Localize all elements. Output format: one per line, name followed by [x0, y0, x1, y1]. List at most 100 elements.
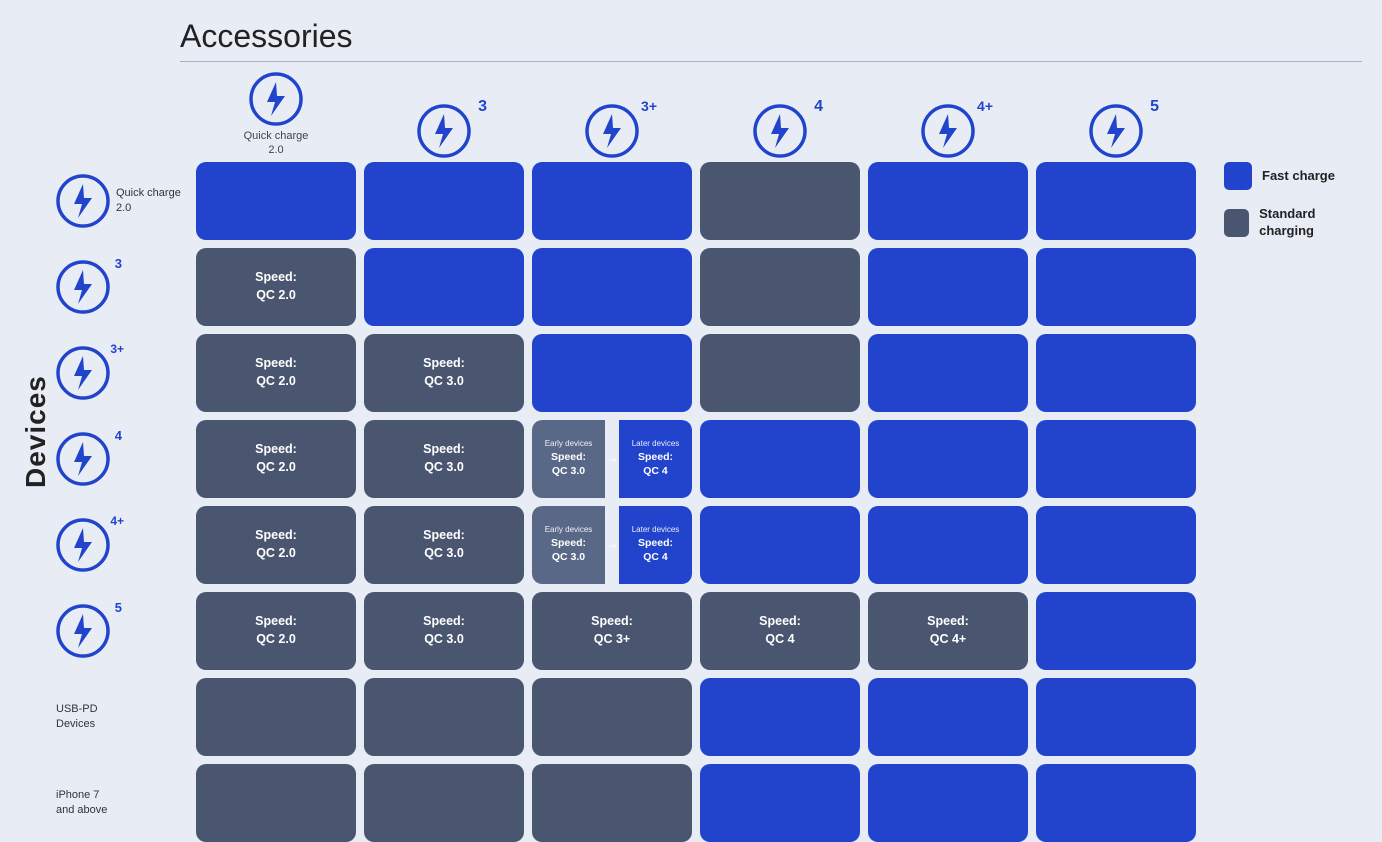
- cell-r7c5: [1036, 764, 1196, 842]
- cell-r6c1: [364, 678, 524, 756]
- cell-r1c2: [532, 248, 692, 326]
- cell-r7c4: [868, 764, 1028, 842]
- legend-fast-label: Fast charge: [1262, 168, 1335, 185]
- cell-r4c2-arrow: →: [606, 536, 618, 553]
- row-qc2-icon: [56, 174, 110, 228]
- cell-r1c0: Speed:QC 2.0: [196, 248, 356, 326]
- row-qc4p-svg: [56, 518, 110, 572]
- title-divider: [180, 61, 1362, 62]
- cell-r1c4: [868, 248, 1028, 326]
- legend: Fast charge Standard charging: [1224, 162, 1362, 240]
- cell-r2c0: Speed:QC 2.0: [196, 334, 356, 412]
- qc2-icon: [249, 72, 303, 126]
- col-qc4: Speed:QC 4: [700, 162, 860, 842]
- cell-r3c5: [1036, 420, 1196, 498]
- cell-r1c5: [1036, 248, 1196, 326]
- columns-area: Speed:QC 2.0 Speed:QC 2.0 Speed:QC 2.0 S…: [196, 162, 1196, 842]
- qc4-svg: [753, 104, 807, 158]
- qc5-sup: 5: [1150, 98, 1159, 116]
- header-row: Quick charge2.0 3: [196, 72, 1204, 158]
- row-qc3-svg: [56, 260, 110, 314]
- cell-r0c5: [1036, 162, 1196, 240]
- qc2-label: Quick charge2.0: [244, 129, 309, 158]
- cell-r6c5: [1036, 678, 1196, 756]
- cell-r0c0: [196, 162, 356, 240]
- cell-r0c1: [364, 162, 524, 240]
- row-qc3p-sup: 3+: [110, 342, 124, 356]
- cell-r6c0: [196, 678, 356, 756]
- cell-r5c4: Speed:QC 4+: [868, 592, 1028, 670]
- cell-r4c2-later-speed: Speed:QC 4: [638, 537, 673, 564]
- qc3p-svg: [585, 104, 639, 158]
- cell-r4c2: Early devices Speed:QC 3.0 → Later devic…: [532, 506, 692, 584]
- row-iphone7-label: iPhone 7and above: [56, 788, 107, 817]
- legend-standard-label: Standard charging: [1259, 206, 1362, 240]
- qc3p-sup: 3+: [641, 98, 657, 114]
- header-qc4: 4: [700, 104, 860, 158]
- cell-r5c2: Speed:QC 3+: [532, 592, 692, 670]
- main-layout: Devices Quick charge2.0: [20, 72, 1362, 842]
- cell-r2c1: Speed:QC 3.0: [364, 334, 524, 412]
- cell-r1c1: [364, 248, 524, 326]
- row-qc3p-svg: [56, 346, 110, 400]
- qc2-svg: [249, 72, 303, 126]
- cell-r4c2-early-label: Early devices: [545, 525, 593, 535]
- row-label-qc3p: 3+: [56, 334, 196, 412]
- cell-r7c1: [364, 764, 524, 842]
- row-qc5-svg: [56, 604, 110, 658]
- legend-fast-charge: Fast charge: [1224, 162, 1362, 190]
- qc4-sup: 4: [814, 98, 823, 116]
- legend-standard-swatch: [1224, 209, 1249, 237]
- cell-r3c3: [700, 420, 860, 498]
- cell-r5c3: Speed:QC 4: [700, 592, 860, 670]
- header-qc3: 3: [364, 104, 524, 158]
- cell-r5c1: Speed:QC 3.0: [364, 592, 524, 670]
- row-qc4-sup: 4: [115, 428, 122, 443]
- header-qc3p: 3+: [532, 104, 692, 158]
- cell-r6c3: [700, 678, 860, 756]
- cell-r0c4: [868, 162, 1028, 240]
- cell-r2c5: [1036, 334, 1196, 412]
- qc3-svg: [417, 104, 471, 158]
- cell-r3c2-right: Later devices Speed:QC 4: [619, 420, 692, 498]
- qc4-icon: 4: [753, 104, 807, 158]
- row-label-qc4p: 4+: [56, 506, 196, 584]
- row-qc2-label: Quick charge2.0: [116, 186, 181, 215]
- col-qc3: Speed:QC 3.0 Speed:QC 3.0 Speed:QC 3.0 S…: [364, 162, 524, 842]
- row-labels: Quick charge2.0 3: [56, 162, 196, 842]
- row-usb-pd-label: USB-PDDevices: [56, 702, 98, 731]
- cell-r5c5: [1036, 592, 1196, 670]
- row-qc5-sup: 5: [115, 600, 122, 615]
- cell-r4c2-later-label: Later devices: [632, 525, 680, 535]
- cell-r6c4: [868, 678, 1028, 756]
- qc3p-icon: 3+: [585, 104, 639, 158]
- qc3-sup: 3: [478, 98, 487, 116]
- cell-r4c2-right: Later devices Speed:QC 4: [619, 506, 692, 584]
- row-label-qc5: 5: [56, 592, 196, 670]
- cell-r3c2-later-speed: Speed:QC 4: [638, 451, 673, 478]
- cell-r4c4: [868, 506, 1028, 584]
- cell-r3c4: [868, 420, 1028, 498]
- row-qc2-svg: [56, 174, 110, 228]
- cell-r3c2-early-label: Early devices: [545, 439, 593, 449]
- grid-section: Quick charge2.0 3: [56, 72, 1204, 842]
- row-qc4p-sup: 4+: [110, 514, 124, 528]
- row-qc3-sup: 3: [115, 256, 122, 271]
- col-qc5: [1036, 162, 1196, 842]
- cell-r4c2-early-speed: Speed:QC 3.0: [551, 537, 586, 564]
- cell-r5c0: Speed:QC 2.0: [196, 592, 356, 670]
- cell-r4c0: Speed:QC 2.0: [196, 506, 356, 584]
- page-title: Accessories: [180, 18, 1362, 55]
- row-qc5-icon: 5: [56, 604, 110, 658]
- cell-r3c2-later-label: Later devices: [632, 439, 680, 449]
- row-qc3-icon: 3: [56, 260, 110, 314]
- legend-fast-swatch: [1224, 162, 1252, 190]
- qc5-icon: 5: [1089, 104, 1143, 158]
- cell-r3c0: Speed:QC 2.0: [196, 420, 356, 498]
- legend-standard-charging: Standard charging: [1224, 206, 1362, 240]
- cell-r4c5: [1036, 506, 1196, 584]
- data-grid: Quick charge2.0 3: [56, 162, 1204, 842]
- cell-r0c3: [700, 162, 860, 240]
- cell-r3c2-early-speed: Speed:QC 3.0: [551, 451, 586, 478]
- cell-r4c1: Speed:QC 3.0: [364, 506, 524, 584]
